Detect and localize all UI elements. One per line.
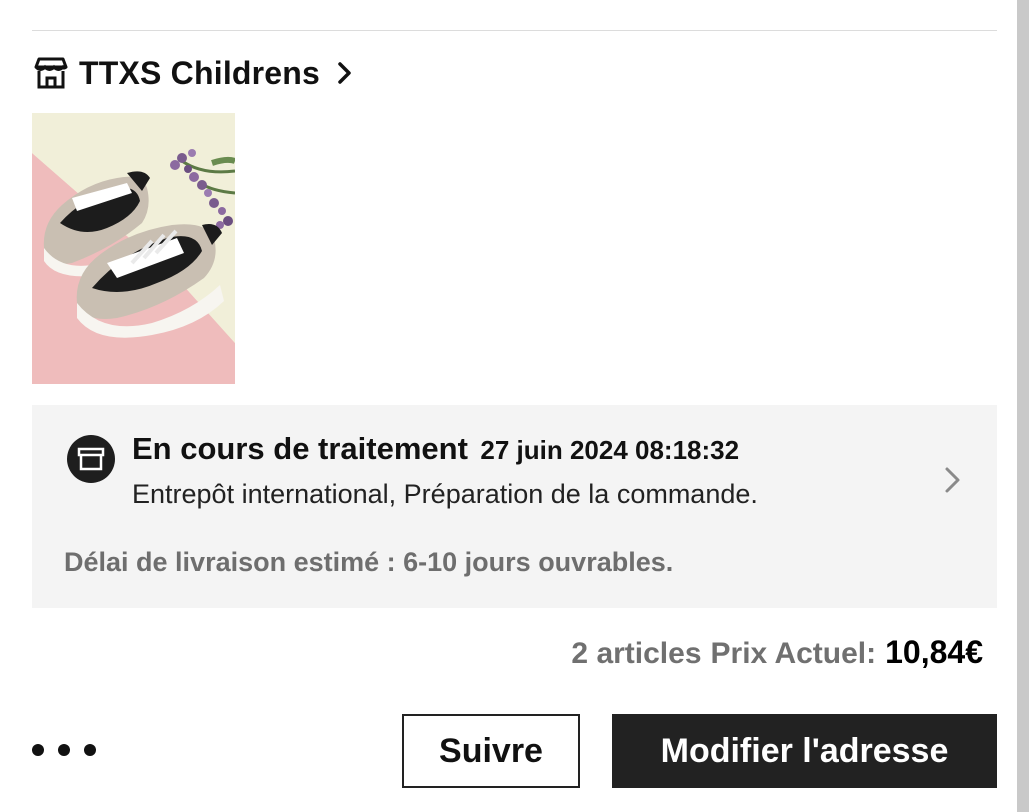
order-status-panel[interactable]: En cours de traitement 27 juin 2024 08:1… <box>32 405 997 608</box>
order-summary: 2 articles Prix Actuel: 10,84€ <box>571 634 983 671</box>
item-count: 2 articles <box>571 637 702 670</box>
status-timestamp: 27 juin 2024 08:18:32 <box>480 435 740 465</box>
status-title: En cours de traitement <box>132 431 468 466</box>
section-divider <box>32 30 997 31</box>
order-card: TTXS Childrens En cours de traitement 27… <box>0 0 1029 812</box>
product-image[interactable] <box>32 113 235 384</box>
store-icon <box>33 55 69 91</box>
scroll-edge <box>1017 0 1029 812</box>
more-dot-icon <box>58 744 70 756</box>
chevron-right-icon <box>940 463 964 497</box>
price-label: Prix Actuel: <box>710 637 877 670</box>
more-dot-icon <box>84 744 96 756</box>
status-description: Entrepôt international, Préparation de l… <box>132 479 758 509</box>
more-dot-icon <box>32 744 44 756</box>
store-name: TTXS Childrens <box>79 54 321 91</box>
status-heading: En cours de traitement 27 juin 2024 08:1… <box>132 431 739 467</box>
change-address-button[interactable]: Modifier l'adresse <box>612 714 997 788</box>
total-price: 10,84€ <box>885 634 983 670</box>
more-options-button[interactable] <box>32 730 96 770</box>
package-box-icon <box>67 435 115 483</box>
delivery-estimate: Délai de livraison estimé : 6-10 jours o… <box>64 547 674 577</box>
follow-button[interactable]: Suivre <box>402 714 580 788</box>
store-link[interactable]: TTXS Childrens <box>33 53 358 93</box>
chevron-right-icon <box>336 58 358 88</box>
